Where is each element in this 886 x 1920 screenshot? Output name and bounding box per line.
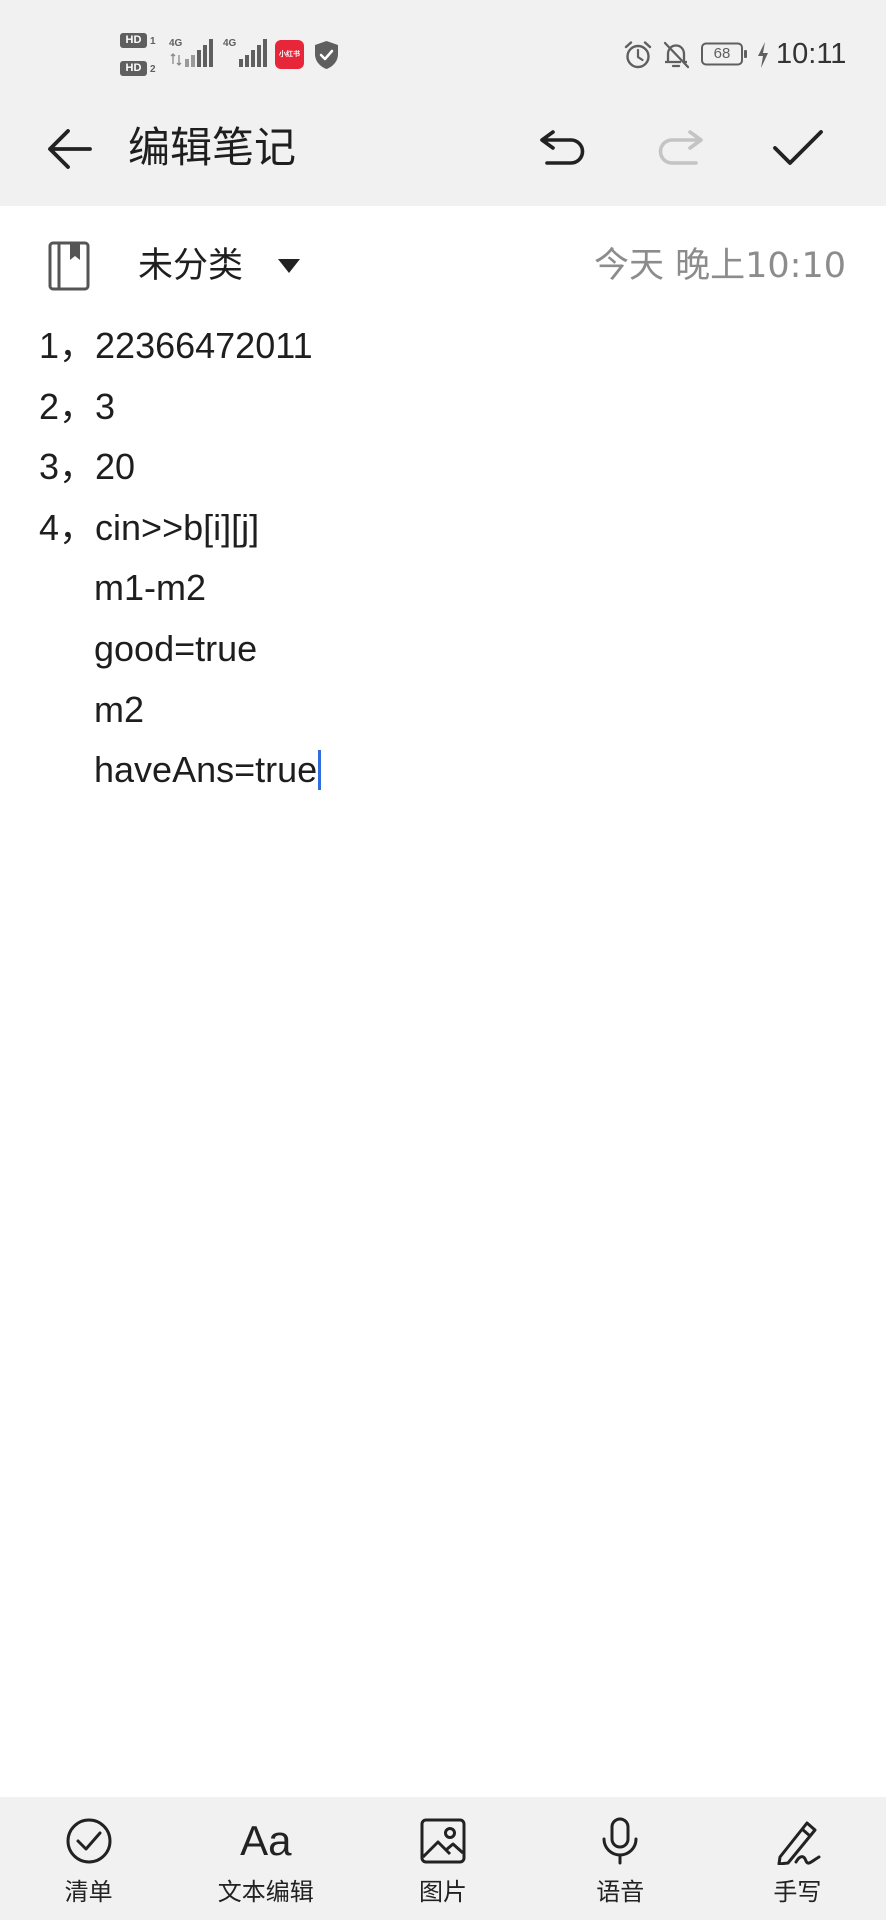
header-background	[0, 0, 886, 206]
checklist-label: 清单	[64, 1878, 113, 1906]
handwriting-button[interactable]: 手写	[709, 1797, 886, 1920]
hd-icon: HD	[120, 33, 147, 48]
check-icon	[773, 130, 823, 165]
note-line-text[interactable]: haveAns=true	[94, 749, 317, 790]
note-line[interactable]: 4，cin>>b[i][j]	[39, 498, 847, 559]
undo-icon	[540, 130, 585, 165]
back-button[interactable]	[36, 118, 102, 180]
done-button[interactable]	[762, 118, 834, 180]
sim-slot-1-label: 1	[150, 36, 156, 47]
signal-icon: 4G	[223, 38, 269, 68]
microphone-icon	[595, 1817, 645, 1865]
dropdown-triangle-icon	[278, 259, 300, 273]
note-line[interactable]: 1，22366472011	[39, 316, 847, 377]
undo-button[interactable]	[528, 118, 596, 180]
text-format-icon: Aa	[240, 1817, 292, 1864]
voice-label: 语音	[596, 1878, 645, 1906]
data-arrows-icon	[170, 53, 182, 66]
note-line[interactable]: 2，3	[39, 377, 847, 438]
hd-icon: HD	[120, 61, 147, 76]
note-line[interactable]: m2	[39, 680, 847, 741]
network-type-label: 4G	[169, 38, 183, 49]
page-title: 编辑笔记	[128, 123, 297, 172]
note-line[interactable]: 3，20	[39, 437, 847, 498]
battery-level: 68	[713, 45, 731, 62]
checklist-icon	[64, 1817, 114, 1865]
bottom-toolbar: 清单 Aa 文本编辑 图片 语音 手写	[0, 1797, 886, 1920]
note-line[interactable]: m1-m2	[39, 558, 847, 619]
handwriting-label: 手写	[773, 1878, 822, 1906]
back-arrow-icon	[48, 129, 92, 169]
alarm-icon	[624, 41, 652, 69]
voice-button[interactable]: 语音	[532, 1797, 709, 1920]
checklist-button[interactable]: 清单	[0, 1797, 177, 1920]
text-format-label: 文本编辑	[217, 1878, 314, 1906]
xiaohongshu-app-icon: 小红书	[275, 40, 304, 69]
redo-button[interactable]	[647, 118, 715, 180]
status-time: 10:11	[776, 38, 847, 70]
notebook-icon[interactable]	[48, 241, 90, 291]
charging-icon	[758, 42, 768, 68]
signal-icon: 4G	[169, 38, 215, 68]
signal-bars-icon	[185, 39, 213, 67]
network-type-label: 4G	[223, 38, 237, 49]
battery-icon: 68	[701, 42, 749, 66]
handwriting-icon	[772, 1817, 822, 1865]
text-format-button[interactable]: Aa 文本编辑	[177, 1797, 354, 1920]
image-button[interactable]: 图片	[354, 1797, 531, 1920]
note-line[interactable]: haveAns=true	[39, 740, 847, 801]
shield-icon	[315, 41, 338, 69]
note-editor[interactable]: 1，22366472011 2，3 3，20 4，cin>>b[i][j] m1…	[39, 316, 847, 801]
bell-off-icon	[663, 41, 690, 69]
sim-slot-2-label: 2	[150, 64, 156, 75]
signal-bars-icon	[239, 39, 267, 67]
image-icon	[418, 1817, 468, 1865]
category-label: 未分类	[138, 246, 244, 286]
note-line[interactable]: good=true	[39, 619, 847, 680]
redo-icon	[658, 130, 703, 165]
note-timestamp: 今天 晚上10:10	[594, 246, 846, 286]
image-label: 图片	[419, 1878, 467, 1906]
text-cursor	[318, 749, 322, 790]
category-dropdown[interactable]: 未分类	[130, 236, 310, 296]
